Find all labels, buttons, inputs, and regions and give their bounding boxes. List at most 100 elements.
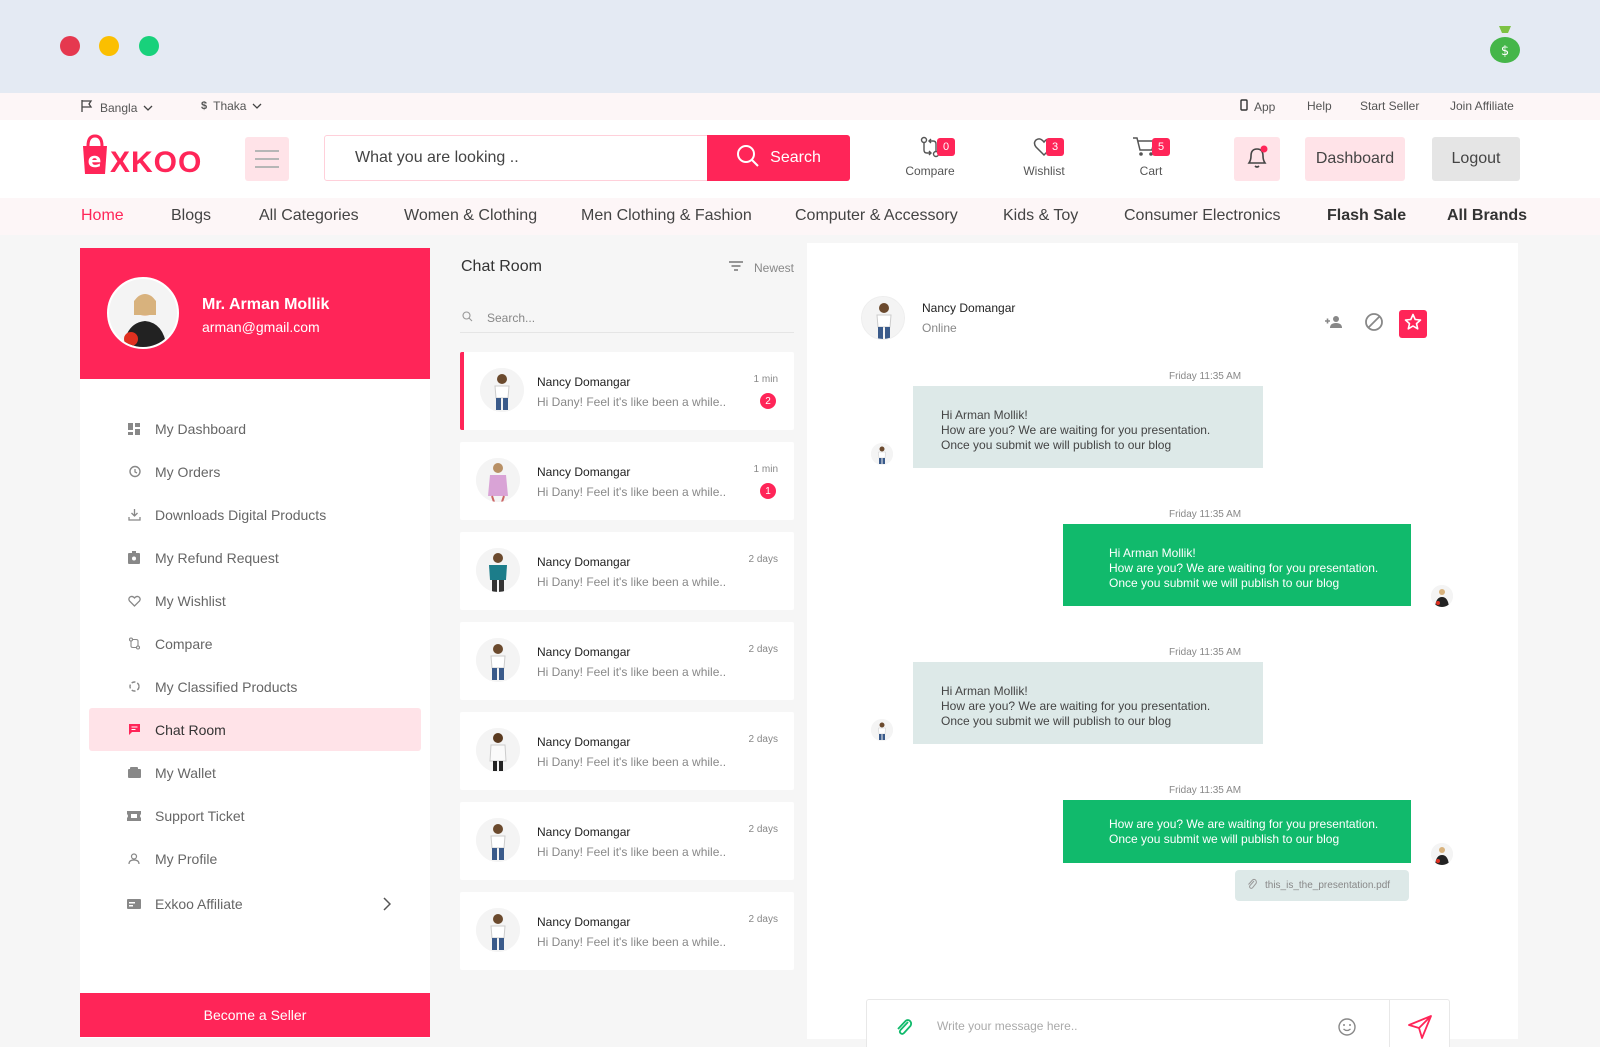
nav-consumer-electronics[interactable]: Consumer Electronics xyxy=(1124,207,1281,225)
nav-home[interactable]: Home xyxy=(81,207,124,225)
filter-icon xyxy=(728,260,744,275)
language-selector[interactable]: Bangla xyxy=(80,99,153,116)
outgoing-message: Hi Arman Mollik! How are you? We are wai… xyxy=(1063,524,1411,606)
chat-list-item[interactable]: Nancy Domangar Hi Dany! Feel it's like b… xyxy=(460,352,794,430)
chat-search[interactable]: Search... xyxy=(460,303,794,333)
sidebar-item-label: Exkoo Affiliate xyxy=(155,895,243,912)
shopping-bag-logo-icon: e xyxy=(80,134,110,184)
sidebar-item-compare[interactable]: Compare xyxy=(89,622,421,665)
favorite-button[interactable] xyxy=(1399,310,1427,338)
chat-list-item[interactable]: Nancy Domangar Hi Dany! Feel it's like b… xyxy=(460,532,794,610)
attachment-chip[interactable]: this_is_the_presentation.pdf xyxy=(1235,870,1409,901)
sidebar-item-my-dashboard[interactable]: My Dashboard xyxy=(89,407,421,450)
contact-name: Nancy Domangar xyxy=(537,915,631,929)
app-link[interactable]: App xyxy=(1240,99,1275,114)
message-line: Once you submit we will publish to our b… xyxy=(941,438,1172,452)
last-message: Hi Dany! Feel it's like been a while.. xyxy=(537,575,727,589)
sender-avatar xyxy=(871,719,893,741)
message-input[interactable] xyxy=(937,1000,1317,1047)
compare-link[interactable]: Compare 0 xyxy=(904,134,956,178)
nav-blogs[interactable]: Blogs xyxy=(171,207,211,225)
cart-link[interactable]: Cart 5 xyxy=(1124,134,1170,178)
heart-icon xyxy=(127,594,141,608)
nav-computer-accessory[interactable]: Computer & Accessory xyxy=(795,207,958,225)
last-message: Hi Dany! Feel it's like been a while.. xyxy=(537,935,727,949)
emoji-button[interactable] xyxy=(1337,1017,1357,1042)
chat-list-item[interactable]: Nancy Domangar Hi Dany! Feel it's like b… xyxy=(460,622,794,700)
nav-women-clothing[interactable]: Women & Clothing xyxy=(404,207,537,225)
currency-selector[interactable]: $ Thaka xyxy=(201,99,262,113)
sidebar-item-classified[interactable]: My Classified Products xyxy=(89,665,421,708)
chevron-right-icon xyxy=(383,897,392,914)
refund-icon xyxy=(127,551,141,565)
hamburger-menu-button[interactable] xyxy=(245,137,289,181)
paperclip-icon xyxy=(1247,878,1257,893)
search-icon xyxy=(462,310,473,325)
help-link[interactable]: Help xyxy=(1307,99,1332,113)
unread-badge: 2 xyxy=(760,393,776,409)
add-user-icon xyxy=(1323,315,1345,334)
maximize-window-dot[interactable] xyxy=(139,36,159,56)
sidebar-item-my-orders[interactable]: My Orders xyxy=(89,450,421,493)
svg-text:$: $ xyxy=(1501,44,1509,59)
message-line: How are you? We are waiting for you pres… xyxy=(1109,817,1379,831)
dollar-icon: $ xyxy=(201,100,208,112)
chat-list-item[interactable]: Nancy Domangar Hi Dany! Feel it's like b… xyxy=(460,442,794,520)
avatar[interactable] xyxy=(107,277,179,349)
block-button[interactable] xyxy=(1360,310,1388,338)
compare-count-badge: 0 xyxy=(937,138,955,156)
nav-all-categories[interactable]: All Categories xyxy=(259,207,359,225)
incoming-message: Hi Arman Mollik! How are you? We are wai… xyxy=(913,662,1263,744)
sender-avatar xyxy=(871,443,893,465)
minimize-window-dot[interactable] xyxy=(99,36,119,56)
dashboard-button[interactable]: Dashboard xyxy=(1305,137,1405,181)
become-seller-button[interactable]: Become a Seller xyxy=(80,993,430,1037)
last-message: Hi Dany! Feel it's like been a while.. xyxy=(537,485,727,499)
contact-avatar xyxy=(476,818,520,862)
sidebar-item-refund[interactable]: My Refund Request xyxy=(89,536,421,579)
browser-chrome: $ xyxy=(0,0,1600,93)
wishlist-link[interactable]: Wishlist 3 xyxy=(1018,134,1070,178)
nav-kids-toy[interactable]: Kids & Toy xyxy=(1003,207,1078,225)
svg-text:e: e xyxy=(88,148,103,172)
sidebar-item-wallet[interactable]: My Wallet xyxy=(89,751,421,794)
nav-all-brands[interactable]: All Brands xyxy=(1447,207,1527,225)
nav-flash-sale[interactable]: Flash Sale xyxy=(1327,207,1406,225)
chat-list-item[interactable]: Nancy Domangar Hi Dany! Feel it's like b… xyxy=(460,892,794,970)
sidebar-item-support-ticket[interactable]: Support Ticket xyxy=(89,794,421,837)
sidebar-item-downloads[interactable]: Downloads Digital Products xyxy=(89,493,421,536)
add-user-button[interactable] xyxy=(1320,310,1348,338)
search-input[interactable] xyxy=(325,136,705,180)
chat-list-item[interactable]: Nancy Domangar Hi Dany! Feel it's like b… xyxy=(460,712,794,790)
chat-list-panel: Chat Room Newest Search... Nancy Domanga… xyxy=(460,248,794,1038)
join-affiliate-link[interactable]: Join Affiliate xyxy=(1450,99,1514,113)
sidebar-item-wishlist[interactable]: My Wishlist xyxy=(89,579,421,622)
download-icon xyxy=(127,508,141,522)
notification-button[interactable] xyxy=(1234,137,1280,181)
money-bag-icon[interactable]: $ xyxy=(1488,22,1522,69)
search-button[interactable]: Search xyxy=(707,135,850,181)
logo[interactable]: e XKOO xyxy=(80,134,202,184)
contact-avatar xyxy=(476,458,520,502)
sidebar-item-my-profile[interactable]: My Profile xyxy=(89,837,421,880)
search-icon xyxy=(736,144,760,173)
nav-men-clothing-fashion[interactable]: Men Clothing & Fashion xyxy=(581,207,752,225)
contact-name: Nancy Domangar xyxy=(537,645,631,659)
contact-avatar[interactable] xyxy=(861,296,905,340)
ticket-icon xyxy=(127,809,141,823)
sort-selector[interactable]: Newest xyxy=(728,260,794,275)
send-button[interactable] xyxy=(1407,1014,1433,1045)
wallet-icon xyxy=(127,766,141,780)
close-window-dot[interactable] xyxy=(60,36,80,56)
message-timestamp: Friday 11:35 AM xyxy=(1169,785,1242,796)
attach-button[interactable] xyxy=(895,1017,913,1042)
message-time: 2 days xyxy=(748,554,778,565)
start-seller-link[interactable]: Start Seller xyxy=(1360,99,1419,113)
sidebar-item-affiliate[interactable]: Exkoo Affiliate xyxy=(89,882,421,925)
my-avatar xyxy=(1431,843,1453,865)
sidebar-item-chat-room[interactable]: Chat Room xyxy=(89,708,421,751)
message-line: How are you? We are waiting for you pres… xyxy=(941,423,1211,437)
logout-button[interactable]: Logout xyxy=(1432,137,1520,181)
chat-list-item[interactable]: Nancy Domangar Hi Dany! Feel it's like b… xyxy=(460,802,794,880)
sidebar-item-label: My Classified Products xyxy=(155,678,298,695)
